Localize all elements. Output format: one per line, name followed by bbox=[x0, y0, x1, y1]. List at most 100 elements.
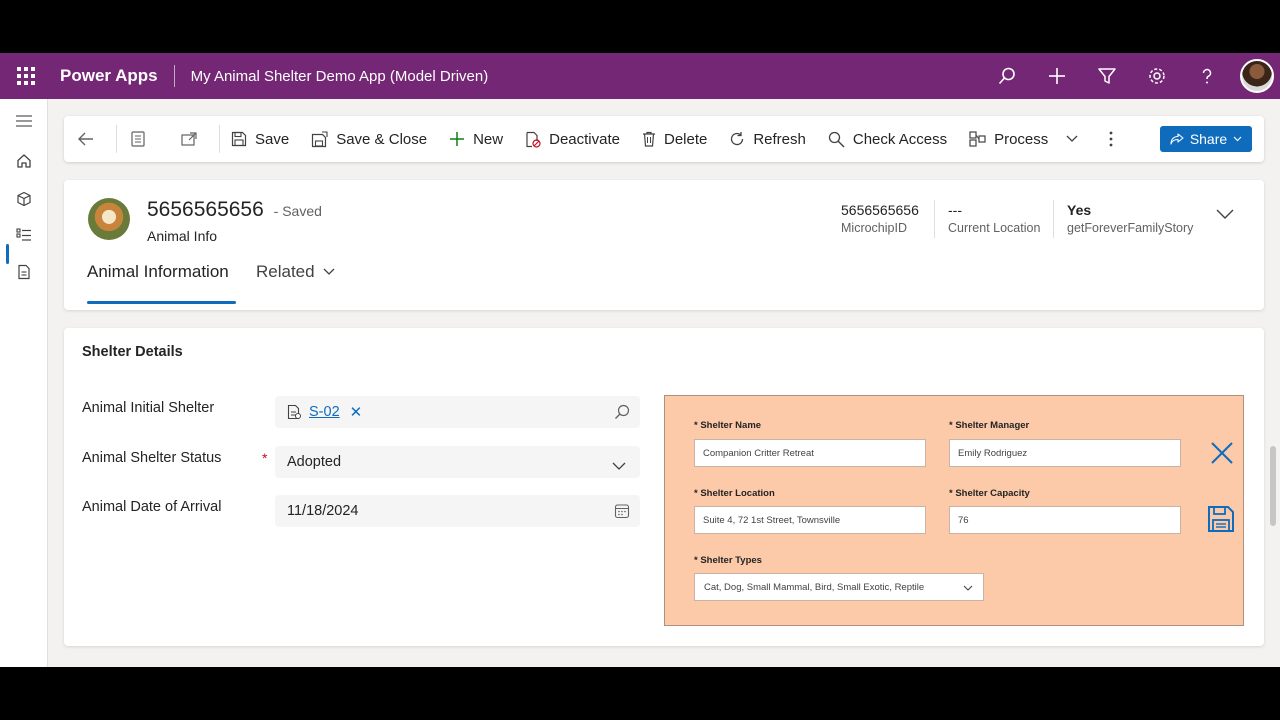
document-icon bbox=[131, 131, 145, 147]
tab-related[interactable]: Related bbox=[256, 262, 335, 282]
record-title: 5656565656 - Saved bbox=[147, 198, 322, 222]
remove-lookup-icon[interactable]: ✕ bbox=[350, 403, 363, 421]
form-name[interactable]: Animal Info bbox=[147, 228, 217, 244]
lookup-tag[interactable]: S-02 ✕ bbox=[287, 403, 362, 421]
process-icon bbox=[969, 131, 986, 147]
record-icon bbox=[287, 404, 301, 420]
check-access-button[interactable]: Check Access bbox=[817, 116, 958, 162]
record-title-text: 5656565656 bbox=[147, 198, 264, 221]
plus-icon bbox=[450, 132, 465, 146]
header-field-location: --- Current Location bbox=[948, 202, 1040, 235]
deactivate-button[interactable]: Deactivate bbox=[514, 116, 631, 162]
home-icon[interactable] bbox=[0, 143, 48, 179]
list-icon[interactable] bbox=[0, 217, 48, 253]
shelter-name-label: * Shelter Name bbox=[694, 420, 762, 431]
shelter-name-input[interactable]: Companion Critter Retreat bbox=[694, 439, 926, 467]
back-arrow-icon bbox=[78, 132, 93, 146]
shelter-capacity-input[interactable]: 76 bbox=[949, 506, 1181, 534]
tab-animal-information[interactable]: Animal Information bbox=[87, 262, 229, 282]
app-window: Power Apps My Animal Shelter Demo App (M… bbox=[0, 53, 1280, 667]
initial-shelter-label: Animal Initial Shelter bbox=[82, 400, 215, 416]
header-expand-button[interactable] bbox=[1216, 206, 1234, 224]
lookup-link[interactable]: S-02 bbox=[309, 404, 340, 420]
active-tab-indicator bbox=[87, 301, 236, 304]
open-new-window-button[interactable] bbox=[167, 116, 219, 162]
command-bar: Save Save & Close New Deactivate Delete … bbox=[64, 116, 1264, 162]
header-field-label: MicrochipID bbox=[841, 221, 907, 235]
chevron-down-icon bbox=[612, 458, 626, 474]
shelter-capacity-label: * Shelter Capacity bbox=[949, 488, 1030, 499]
chevron-down-icon bbox=[1233, 136, 1242, 142]
page-scrollbar[interactable] bbox=[1270, 446, 1276, 526]
status-dropdown[interactable]: Adopted bbox=[275, 446, 640, 478]
save-close-label: Save & Close bbox=[336, 130, 428, 148]
deactivate-label: Deactivate bbox=[549, 130, 620, 148]
entity-icon[interactable] bbox=[0, 181, 48, 217]
top-icons bbox=[982, 53, 1280, 99]
app-launcher-button[interactable] bbox=[0, 53, 52, 99]
header-field-label: getForeverFamilyStory bbox=[1067, 221, 1194, 235]
user-avatar[interactable] bbox=[1240, 59, 1274, 93]
save-icon[interactable] bbox=[1207, 505, 1235, 538]
header-field-microchip: 5656565656 MicrochipID bbox=[841, 202, 919, 235]
save-close-icon bbox=[312, 130, 328, 147]
search-icon[interactable] bbox=[982, 53, 1032, 99]
share-icon bbox=[1170, 132, 1184, 145]
required-indicator: * bbox=[262, 450, 268, 466]
settings-icon[interactable] bbox=[1132, 53, 1182, 99]
header-field-value: --- bbox=[948, 202, 962, 218]
hamburger-icon[interactable] bbox=[0, 103, 48, 139]
close-icon[interactable] bbox=[1210, 441, 1234, 470]
waffle-icon bbox=[17, 67, 35, 85]
back-button[interactable] bbox=[64, 116, 116, 162]
record-header: 5656565656 - Saved Animal Info 565656565… bbox=[64, 180, 1264, 310]
left-nav-rail bbox=[0, 99, 48, 667]
brand-name[interactable]: Power Apps bbox=[60, 66, 158, 86]
shelter-types-value: Cat, Dog, Small Mammal, Bird, Small Exot… bbox=[704, 581, 925, 593]
pop-out-icon bbox=[181, 132, 197, 146]
filter-icon[interactable] bbox=[1082, 53, 1132, 99]
header-field-value: 5656565656 bbox=[841, 202, 919, 218]
new-label: New bbox=[473, 130, 504, 148]
more-vertical-icon bbox=[1109, 131, 1113, 147]
process-button[interactable]: Process bbox=[958, 116, 1089, 162]
trash-icon bbox=[642, 131, 655, 147]
refresh-button[interactable]: Refresh bbox=[718, 116, 817, 162]
add-icon[interactable] bbox=[1032, 53, 1082, 99]
status-label: Animal Shelter Status bbox=[82, 450, 222, 466]
save-button[interactable]: Save bbox=[220, 116, 300, 162]
arrival-date-input[interactable]: 11/18/2024 bbox=[275, 495, 640, 527]
save-icon bbox=[231, 131, 247, 147]
tab-label: Animal Information bbox=[87, 262, 229, 281]
save-close-button[interactable]: Save & Close bbox=[300, 116, 438, 162]
header-field-value: Yes bbox=[1067, 202, 1092, 218]
initial-shelter-lookup[interactable]: S-02 ✕ bbox=[275, 396, 640, 428]
deactivate-icon bbox=[526, 131, 541, 148]
record-avatar bbox=[88, 198, 130, 240]
chevron-down-icon bbox=[323, 268, 335, 275]
section-title: Shelter Details bbox=[82, 344, 183, 360]
title-divider bbox=[173, 65, 175, 87]
arrival-date-value: 11/18/2024 bbox=[287, 503, 359, 519]
new-button[interactable]: New bbox=[438, 116, 514, 162]
shelter-location-input[interactable]: Suite 4, 72 1st Street, Townsville bbox=[694, 506, 926, 534]
more-commands-button[interactable] bbox=[1089, 116, 1135, 162]
help-icon[interactable] bbox=[1182, 53, 1232, 99]
header-separator bbox=[1053, 200, 1054, 238]
shelter-manager-label: * Shelter Manager bbox=[949, 420, 1030, 431]
lookup-search-icon[interactable] bbox=[614, 404, 630, 424]
chevron-down-icon bbox=[1066, 135, 1078, 142]
check-access-label: Check Access bbox=[852, 130, 948, 148]
shelter-manager-input[interactable]: Emily Rodriguez bbox=[949, 439, 1181, 467]
chevron-down-icon bbox=[963, 583, 973, 594]
header-separator bbox=[934, 200, 935, 238]
report-icon[interactable] bbox=[0, 254, 48, 290]
delete-button[interactable]: Delete bbox=[631, 116, 718, 162]
header-field-label: Current Location bbox=[948, 221, 1041, 235]
calendar-icon[interactable] bbox=[614, 503, 630, 523]
shelter-types-combobox[interactable]: Cat, Dog, Small Mammal, Bird, Small Exot… bbox=[694, 573, 984, 601]
save-status: - Saved bbox=[273, 203, 322, 219]
share-button[interactable]: Share bbox=[1160, 126, 1252, 152]
app-title[interactable]: My Animal Shelter Demo App (Model Driven… bbox=[191, 68, 489, 85]
form-view-button[interactable] bbox=[117, 116, 167, 162]
